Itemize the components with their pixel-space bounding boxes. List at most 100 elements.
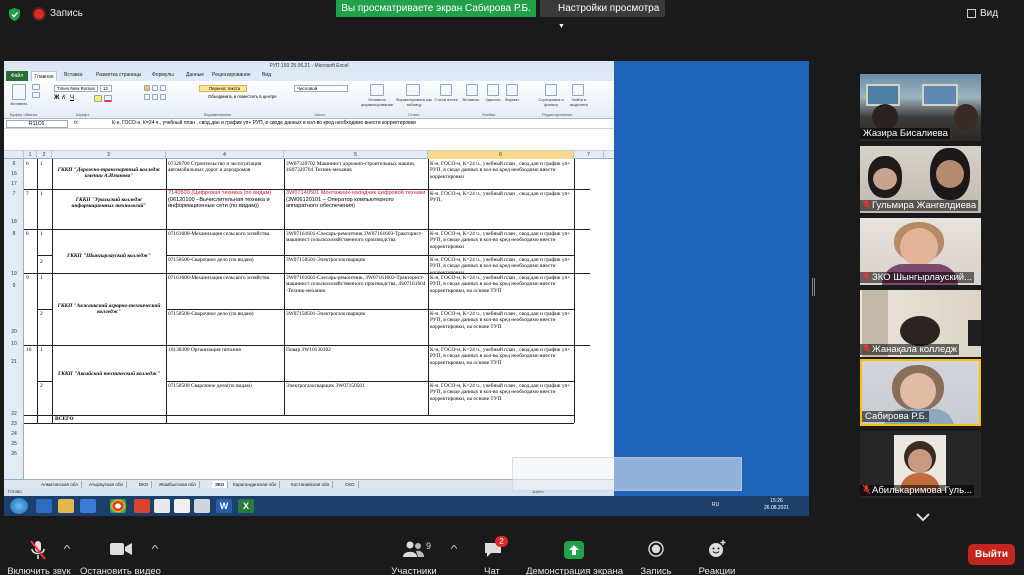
delete-cells-icon[interactable]: [487, 84, 499, 96]
align-top-icon[interactable]: [144, 85, 150, 91]
mic-muted-icon[interactable]: [29, 540, 47, 560]
row-header[interactable]: 24: [4, 431, 24, 437]
sheet-tab-active[interactable]: ЗКО: [212, 481, 229, 488]
align-bottom-icon[interactable]: [160, 85, 166, 91]
chevron-up-icon[interactable]: [152, 545, 158, 549]
insert-cells-icon[interactable]: [466, 84, 478, 96]
media-icon[interactable]: [80, 499, 96, 513]
cell-number[interactable]: 8: [25, 231, 37, 237]
cell-number[interactable]: 10: [25, 347, 37, 353]
cell-remarks[interactable]: К-н, ГОСО-н, К=24 ч., учебный план , сво…: [429, 231, 573, 250]
column-header[interactable]: 5: [284, 151, 428, 159]
row-header[interactable]: 21: [4, 359, 24, 365]
cell-specialty[interactable]: 07150500 Сварочное дело(по видам): [167, 383, 283, 389]
row-header[interactable]: 9: [4, 283, 24, 289]
tray-clock[interactable]: 15:26 26.08.2021: [764, 498, 789, 512]
tab-view[interactable]: Вид: [262, 72, 271, 78]
app-icon[interactable]: [154, 499, 170, 513]
cell-qualification[interactable]: 3W07150501-Электрогазосварщик: [285, 257, 427, 263]
cell-college[interactable]: ГККП "Акжаикский аграрно-технический кол…: [54, 303, 164, 316]
video-camera-icon[interactable]: [110, 542, 132, 556]
cell-remarks[interactable]: К-н, ГОСО-н, К=24 ч., учебный план , сво…: [429, 347, 573, 366]
share-screen-button[interactable]: Демонстрация экрана: [526, 566, 623, 575]
format-cells-icon[interactable]: [506, 84, 518, 96]
notification-toast[interactable]: [512, 457, 742, 491]
underline-button[interactable]: Ч: [70, 95, 74, 101]
mute-button[interactable]: Включить звук: [7, 566, 71, 575]
participant-tile[interactable]: Жанақала колледж: [860, 290, 981, 357]
cell-subnumber[interactable]: 1: [39, 191, 51, 197]
cell-subnumber[interactable]: 2: [39, 259, 51, 265]
cell-qualification[interactable]: Повар 3W10130302: [285, 347, 427, 353]
chat-button[interactable]: Чат: [478, 566, 506, 575]
font-color-icon[interactable]: [104, 95, 112, 102]
cell-remarks[interactable]: К-н, ГОСО-н, К=24 ч., учебный план , сво…: [429, 311, 573, 330]
font-name-select[interactable]: Times New Roman: [54, 85, 98, 92]
bold-button[interactable]: Ж: [54, 95, 59, 101]
chevron-up-icon[interactable]: [64, 545, 70, 549]
column-header[interactable]: 4: [166, 151, 284, 159]
chevron-down-icon[interactable]: [914, 510, 932, 524]
cell-subnumber[interactable]: 2: [39, 311, 51, 317]
align-middle-icon[interactable]: [152, 85, 158, 91]
chrome-icon[interactable]: [110, 499, 126, 513]
column-header[interactable]: 3: [52, 151, 166, 159]
wrap-text-button[interactable]: Перенос текста: [199, 85, 247, 92]
paste-icon[interactable]: [12, 84, 26, 100]
app-icon[interactable]: [174, 499, 190, 513]
participant-tile[interactable]: Абилькаримова Гуль...: [860, 431, 981, 498]
italic-button[interactable]: К: [62, 95, 66, 101]
number-format-select[interactable]: Числовой: [294, 85, 348, 92]
column-header[interactable]: 2: [37, 151, 52, 159]
tab-data[interactable]: Данные: [186, 72, 204, 78]
row-header[interactable]: 6: [4, 161, 24, 167]
record-button[interactable]: Запись: [636, 566, 676, 575]
cell-remarks[interactable]: К-н, ГОСО-н, К=24 ч., учебный план , сво…: [429, 275, 573, 294]
folder-icon[interactable]: [58, 499, 74, 513]
conditional-format-icon[interactable]: [370, 84, 384, 96]
cell-college[interactable]: ГККП "Дорожно-транспортный колледж имени…: [54, 167, 164, 180]
format-as-table-icon[interactable]: [406, 84, 420, 96]
row-header[interactable]: 8: [4, 231, 24, 237]
cut-icon[interactable]: [32, 84, 40, 90]
name-box[interactable]: R11C6: [6, 120, 68, 128]
sheet-grid[interactable]: 6 16 17 7 18 8 19 9 20 10 21 22 23 24 25…: [4, 159, 614, 481]
merge-center-button[interactable]: Объединить и поместить в центре: [199, 94, 291, 101]
cell-subnumber[interactable]: 1: [39, 275, 51, 281]
row-header[interactable]: 17: [4, 181, 24, 187]
find-select-icon[interactable]: [572, 84, 584, 96]
participant-tile[interactable]: Жазира Бисалиева: [860, 74, 981, 141]
fill-color-icon[interactable]: [94, 95, 102, 102]
align-left-icon[interactable]: [144, 94, 150, 100]
row-header[interactable]: 20: [4, 329, 24, 335]
chevron-up-icon[interactable]: [451, 545, 457, 549]
column-header[interactable]: 1: [24, 151, 37, 159]
row-header[interactable]: 26: [4, 451, 24, 457]
tab-home[interactable]: Главная: [31, 71, 57, 81]
tab-review[interactable]: Рецензирование: [212, 72, 251, 78]
cell-college[interactable]: ГККП "Шынгырлауский колледж": [54, 253, 164, 259]
view-button[interactable]: Вид: [980, 8, 998, 19]
column-header[interactable]: 6: [428, 151, 574, 159]
row-header[interactable]: 10: [4, 341, 24, 347]
formula-bar-expanded[interactable]: [4, 129, 614, 151]
cell-specialty[interactable]: 7140500 (Цифровая техника (по видам) (06…: [167, 190, 283, 210]
cell-number[interactable]: 7: [25, 191, 37, 197]
sheet-tab[interactable]: Костанайская обл: [288, 481, 334, 488]
cell-styles-icon[interactable]: [440, 84, 452, 96]
cell-subnumber[interactable]: 1: [39, 161, 51, 167]
excel-window[interactable]: РУП 160 25.06.21 - Microsoft Excel Файл …: [4, 61, 614, 496]
view-settings-button[interactable]: Настройки просмотра ▼: [540, 0, 665, 30]
cell-specialty[interactable]: 07150500-Сварочное дело (по видам): [167, 311, 283, 317]
align-right-icon[interactable]: [160, 94, 166, 100]
cell-qualification[interactable]: 3W07140501 Монтажник-наладчик цифровой т…: [285, 190, 427, 210]
stop-video-button[interactable]: Остановить видео: [80, 566, 161, 575]
cell-remarks[interactable]: К-н, ГОСО-н, К=24 ч., учебный план , сво…: [429, 191, 573, 204]
shield-icon[interactable]: [9, 8, 20, 21]
share-screen-icon[interactable]: [564, 541, 584, 559]
cell-specialty[interactable]: 07161600-Механизация сельского хозяйства: [167, 231, 283, 237]
cell-subnumber[interactable]: 2: [39, 383, 51, 389]
cell-number[interactable]: 9: [25, 275, 37, 281]
tab-file[interactable]: Файл: [6, 71, 28, 81]
fx-icon[interactable]: fx: [74, 120, 78, 126]
